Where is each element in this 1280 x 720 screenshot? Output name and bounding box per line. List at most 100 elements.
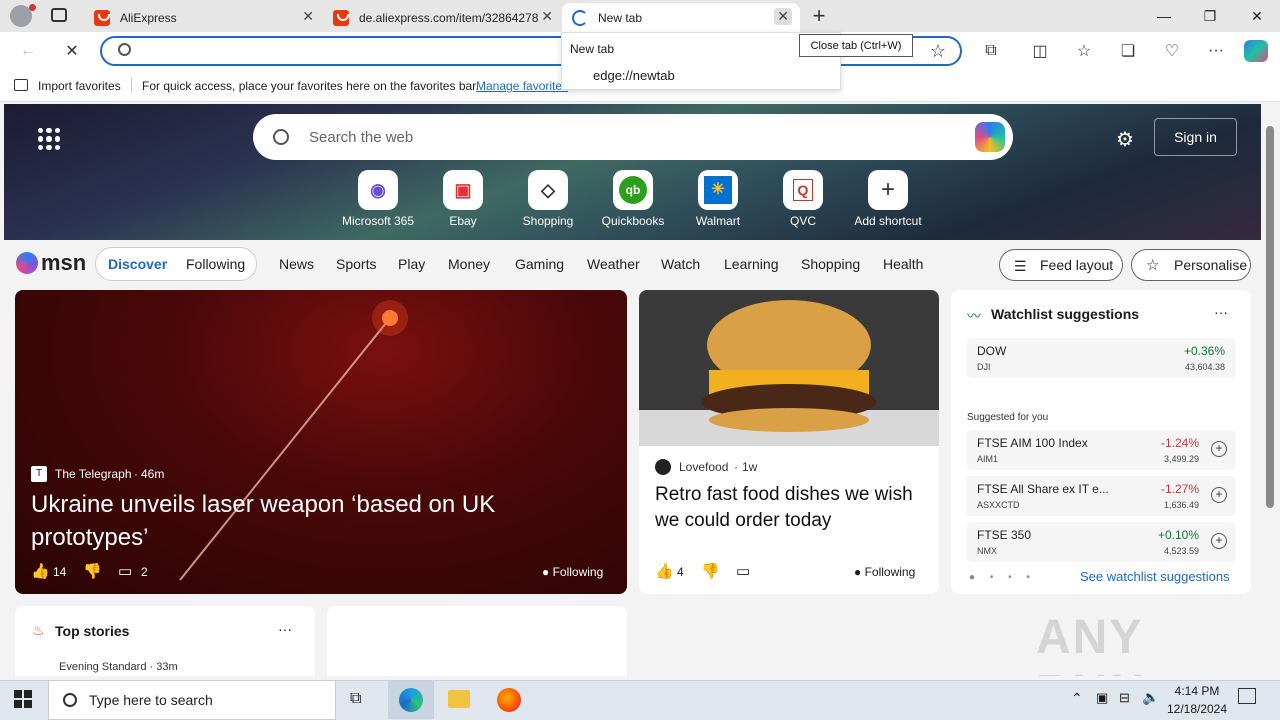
close-window-button[interactable]: ✕ [1234,0,1280,32]
tab-title: New tab [598,10,643,25]
close-tab-icon[interactable]: ✕ [302,8,314,25]
collections-icon[interactable]: ❏ [1114,38,1142,64]
show-hidden-icons[interactable]: ⌃ [1071,690,1083,707]
clock-date[interactable]: 12/18/2024 [1166,702,1228,716]
web-search-box[interactable]: Search the web [253,114,1013,160]
windows-start-icon[interactable] [14,690,32,708]
nav-health[interactable]: Health [883,256,923,272]
nav-weather[interactable]: Weather [587,256,640,272]
sign-in-button[interactable]: Sign in [1154,118,1237,156]
ethernet-icon[interactable]: ⊟ [1119,690,1130,706]
tab-following[interactable]: Following [186,256,245,272]
see-watchlist-link[interactable]: See watchlist suggestions [1080,569,1230,584]
import-favorites-link[interactable]: Import favorites [38,79,121,93]
shortcut-qvc[interactable]: Q QVC [763,170,843,228]
minimize-button[interactable]: — [1141,0,1187,32]
restore-button[interactable]: ❐ [1187,0,1233,32]
tab-actions-icon[interactable] [51,8,67,22]
back-icon[interactable]: ← [14,38,42,64]
apps-launcher-icon[interactable] [38,128,60,150]
taskbar-search-placeholder: Type here to search [89,692,213,708]
add-plus-icon: + [868,170,908,210]
comment-icon[interactable]: ▭ [118,562,132,580]
scrollbar[interactable] [1261,104,1280,676]
favorites-icon[interactable]: ☆ [1070,38,1098,64]
add-to-watchlist-icon[interactable]: + [1211,441,1227,457]
like-icon[interactable]: 👍 [655,562,674,580]
shopping-tag-icon: ◇ [528,170,568,210]
shortcut-shopping[interactable]: ◇ Shopping [508,170,588,228]
volume-icon[interactable]: 🔈 [1142,689,1159,706]
network-icon[interactable]: ▣ [1096,690,1108,706]
taskbar-search[interactable]: Type here to search [48,680,336,720]
watchlist-row[interactable]: DOW DJI +0.36% 43,604.38 [967,338,1235,378]
microsoft365-icon: ◉ [358,170,398,210]
feed-layout-button[interactable]: ☰ Feed layout [999,249,1123,281]
following-badge[interactable]: ● Following [542,565,603,579]
extensions-icon[interactable]: ⧉ [977,38,1005,64]
story-source-line: Evening Standard · 33m [59,661,178,673]
close-tab-icon[interactable]: ✕ [774,8,792,25]
story-headline[interactable]: Ukraine unveils laser weapon ‘based on U… [31,488,571,554]
nav-play[interactable]: Play [398,256,425,272]
msn-logo[interactable]: msn [16,250,86,276]
shortcut-walmart[interactable]: ✳ Walmart [678,170,758,228]
scrollbar-thumb[interactable] [1266,126,1274,508]
add-to-watchlist-icon[interactable]: + [1211,487,1227,503]
task-view-icon[interactable]: ⧉ [350,690,361,708]
following-badge[interactable]: ● Following [854,565,915,579]
close-tab-icon[interactable]: ✕ [541,8,553,25]
settings-more-icon[interactable]: ··· [1202,38,1230,64]
edge-taskbar-item[interactable] [388,681,434,719]
dislike-icon[interactable]: 👎 [83,562,102,580]
comment-icon[interactable]: ▭ [736,562,750,580]
settings-gear-icon[interactable]: ⚙ [1116,127,1134,152]
main-story-card[interactable]: T The Telegraph · 46m Ukraine unveils la… [15,290,627,594]
personalise-button[interactable]: ☆ Personalise [1131,249,1251,281]
shortcut-quickbooks[interactable]: qb Quickbooks [593,170,673,228]
tab-new-tab[interactable]: New tab ✕ [562,3,800,32]
favorite-star-icon[interactable]: ☆ [924,38,952,64]
personalise-star-icon: ☆ [1146,257,1160,274]
more-options-icon[interactable]: ··· [1214,304,1228,320]
dislike-icon[interactable]: 👎 [701,562,720,580]
more-options-icon[interactable]: ··· [278,621,292,637]
edge-icon [399,688,423,712]
new-tab-plus-icon[interactable]: + [808,3,830,28]
watchlist-row[interactable]: FTSE All Share ex IT e... ASXXCTD -1.27%… [967,476,1235,516]
tab-discover[interactable]: Discover [108,256,167,272]
pager-dots[interactable]: ● • • • [969,572,1036,583]
tab-aliexpress[interactable]: AliExpress ✕ [84,3,322,32]
copilot-icon[interactable] [975,122,1005,152]
stop-loading-icon[interactable]: ✕ [58,38,86,64]
like-icon[interactable]: 👍 [31,562,50,580]
shortcut-microsoft365[interactable]: ◉ Microsoft 365 [338,170,418,228]
import-icon [14,79,28,91]
split-screen-icon[interactable]: ◫ [1026,38,1054,64]
watermark: ANY RUN [1036,611,1144,676]
browser-essentials-icon[interactable]: ♡ [1158,38,1186,64]
nav-money[interactable]: Money [448,256,490,272]
manage-favorites-link[interactable]: Manage favorites [476,79,568,93]
add-to-watchlist-icon[interactable]: + [1211,533,1227,549]
nav-shopping[interactable]: Shopping [801,256,860,272]
shortcut-add[interactable]: + Add shortcut [848,170,928,228]
nav-news[interactable]: News [279,256,314,272]
nav-gaming[interactable]: Gaming [515,256,564,272]
tab-aliexpress-item[interactable]: de.aliexpress.com/item/32864278 ✕ [323,3,561,32]
firefox-icon[interactable] [497,688,521,712]
watchlist-row[interactable]: FTSE AIM 100 Index AIM1 -1.24% 3,499.29 … [967,430,1235,470]
copilot-icon[interactable] [1244,40,1268,62]
nav-watch[interactable]: Watch [661,256,700,272]
food-story-card[interactable]: Lovefood · 1w Retro fast food dishes we … [639,290,939,594]
tab-title: de.aliexpress.com/item/32864278 [359,10,539,25]
nav-learning[interactable]: Learning [724,256,779,272]
nav-sports[interactable]: Sports [336,256,376,272]
loading-spinner-icon [572,9,588,26]
watchlist-row[interactable]: FTSE 350 NMX +0.10% 4,523.59 + [967,522,1235,562]
clock-time[interactable]: 4:14 PM [1172,684,1222,698]
shortcut-ebay[interactable]: ▣ Ebay [423,170,503,228]
notifications-icon[interactable] [1238,688,1256,704]
story-headline[interactable]: Retro fast food dishes we wish we could … [655,482,925,534]
file-explorer-icon[interactable] [448,690,470,708]
